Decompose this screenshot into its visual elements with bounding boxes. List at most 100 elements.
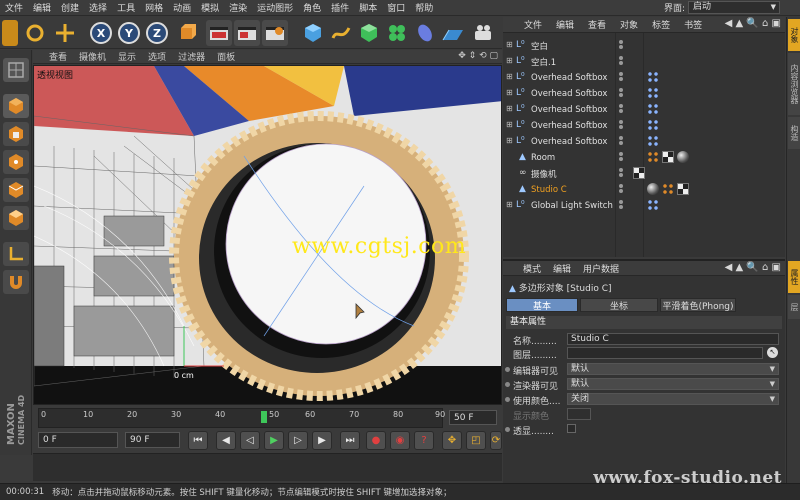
layer-picker-icon[interactable]: ↖ [767, 347, 778, 358]
timeline-end-frame[interactable]: 50 F [449, 410, 497, 425]
object-tags[interactable] [647, 199, 659, 211]
undo-icon[interactable] [2, 20, 18, 46]
object-row[interactable]: ⊞ L⁰ Global Light Switch [503, 198, 785, 213]
object-row[interactable]: ⊞ L⁰ 空白 [503, 38, 785, 53]
side-tab-objects[interactable]: 对象 [788, 19, 800, 51]
viewport-menu-panel[interactable]: 面板 [211, 50, 241, 63]
menu-script[interactable]: 脚本 [354, 1, 382, 14]
attr-layer-input[interactable] [567, 347, 763, 359]
phong-tag-icon[interactable] [662, 183, 674, 195]
object-row-selected[interactable]: ▲ Studio C [503, 182, 785, 197]
position-key-icon[interactable]: ✥ [442, 431, 462, 450]
compositing-tag-icon[interactable] [647, 119, 659, 131]
cloner-icon[interactable] [384, 20, 410, 46]
object-row[interactable]: ⊞ L⁰ Overhead Softbox [503, 134, 785, 149]
om-menu-edit[interactable]: 编辑 [549, 18, 581, 31]
menu-render[interactable]: 渲染 [224, 1, 252, 14]
expand-icon[interactable]: ⊞ [506, 40, 513, 49]
am-toolbar-icons[interactable]: ◀ ▲ 🔍 ⌂ ▣ [725, 262, 781, 273]
side-tab-structure[interactable]: 构造 [788, 117, 800, 149]
om-menu-bookmarks[interactable]: 书签 [677, 18, 709, 31]
material-tag-icon[interactable] [677, 151, 689, 163]
perspective-viewport[interactable]: 透视视图 www.cgtsj.com 0 cm [33, 65, 502, 405]
attr-use-color-select[interactable]: 关闭 [567, 393, 779, 405]
timeline-playhead[interactable] [261, 411, 267, 423]
menu-simulate[interactable]: 模拟 [196, 1, 224, 14]
object-tags[interactable] [647, 103, 659, 115]
side-tab-layers[interactable]: 层 [788, 295, 800, 319]
camera-icon[interactable] [470, 20, 496, 46]
visibility-dots[interactable] [619, 104, 627, 115]
layout-dropdown[interactable]: 启动 [688, 1, 780, 14]
spline-pen-icon[interactable] [328, 20, 354, 46]
visibility-dots[interactable] [619, 72, 627, 83]
object-tags[interactable] [647, 183, 689, 195]
animation-bullet-icon[interactable] [505, 427, 510, 432]
render-picture-viewer-icon[interactable] [234, 20, 260, 46]
z-axis-lock-button[interactable]: Z [146, 22, 168, 44]
visibility-dots[interactable] [619, 136, 627, 147]
object-row[interactable]: ⊞ L⁰ Overhead Softbox [503, 86, 785, 101]
menu-mograph[interactable]: 运动图形 [252, 1, 298, 14]
floor-icon[interactable] [440, 20, 466, 46]
object-row[interactable]: ⊞ L⁰ Overhead Softbox [503, 102, 785, 117]
expand-icon[interactable]: ⊞ [506, 120, 513, 129]
expand-icon[interactable]: ⊞ [506, 136, 513, 145]
visibility-dots[interactable] [619, 184, 627, 195]
menu-help[interactable]: 帮助 [410, 1, 438, 14]
make-editable-icon[interactable] [3, 58, 29, 82]
object-row[interactable]: ▲ Room [503, 150, 785, 165]
camera-target-tag-icon[interactable] [633, 167, 645, 179]
attr-display-color-swatch[interactable] [567, 408, 591, 420]
attr-xray-checkbox[interactable] [567, 424, 576, 433]
compositing-tag-icon[interactable] [647, 103, 659, 115]
object-tags[interactable] [647, 119, 659, 131]
menu-window[interactable]: 窗口 [382, 1, 410, 14]
viewport-menu-camera[interactable]: 摄像机 [73, 50, 112, 63]
object-row[interactable]: ⊞ L⁰ Overhead Softbox [503, 70, 785, 85]
go-to-end-icon[interactable]: ⏭ [340, 431, 360, 450]
tab-coordinates[interactable]: 坐标 [580, 298, 658, 312]
menu-tools[interactable]: 工具 [112, 1, 140, 14]
side-tab-content-browser[interactable]: 内容浏览器 [788, 53, 800, 115]
side-tab-attributes[interactable]: 属性 [788, 261, 800, 293]
om-menu-object[interactable]: 对象 [613, 18, 645, 31]
start-frame-field[interactable]: 0 F [38, 432, 118, 448]
visibility-dots[interactable] [619, 168, 627, 179]
object-row[interactable]: ⊞ L⁰ Overhead Softbox [503, 118, 785, 133]
object-row[interactable]: ∞ 摄像机 [503, 166, 785, 181]
animation-bullet-icon[interactable] [505, 397, 510, 402]
play-icon[interactable]: ▶ [264, 431, 284, 450]
record-keyframe-icon[interactable]: ● [366, 431, 386, 450]
x-axis-lock-button[interactable]: X [90, 22, 112, 44]
tab-basic[interactable]: 基本 [506, 298, 578, 312]
am-menu-user-data[interactable]: 用户数据 [577, 262, 625, 275]
visibility-dots[interactable] [619, 152, 627, 163]
expand-icon[interactable]: ⊞ [506, 88, 513, 97]
attr-render-visible-select[interactable]: 默认 [567, 378, 779, 390]
deformer-icon[interactable] [412, 20, 438, 46]
object-row[interactable]: ⊞ L⁰ 空白.1 [503, 54, 785, 69]
expand-icon[interactable]: ⊞ [506, 200, 513, 209]
object-tags[interactable] [647, 87, 659, 99]
compositing-tag-icon[interactable] [647, 135, 659, 147]
go-to-start-icon[interactable]: ⏮ [188, 431, 208, 450]
rotation-key-icon[interactable]: ⟳ [490, 431, 502, 450]
snap-magnet-icon[interactable] [3, 270, 29, 294]
edge-mode-icon[interactable] [3, 178, 29, 202]
menu-animate[interactable]: 动画 [168, 1, 196, 14]
subdivision-surface-icon[interactable] [356, 20, 382, 46]
visibility-dots[interactable] [619, 200, 627, 211]
keyframe-selection-icon[interactable]: ? [414, 431, 434, 450]
menu-character[interactable]: 角色 [298, 1, 326, 14]
viewport-menu-options[interactable]: 选项 [142, 50, 172, 63]
material-tag-icon[interactable] [647, 183, 659, 195]
menu-select[interactable]: 选择 [84, 1, 112, 14]
object-tags[interactable] [647, 71, 659, 83]
om-toolbar-icons[interactable]: ◀ ▲ 🔍 ⌂ ▣ [725, 18, 781, 29]
compositing-tag-icon[interactable] [647, 71, 659, 83]
object-tags[interactable] [633, 167, 645, 179]
render-view-icon[interactable] [206, 20, 232, 46]
cube-primitive-icon[interactable] [300, 20, 326, 46]
model-mode-icon[interactable] [3, 94, 29, 118]
